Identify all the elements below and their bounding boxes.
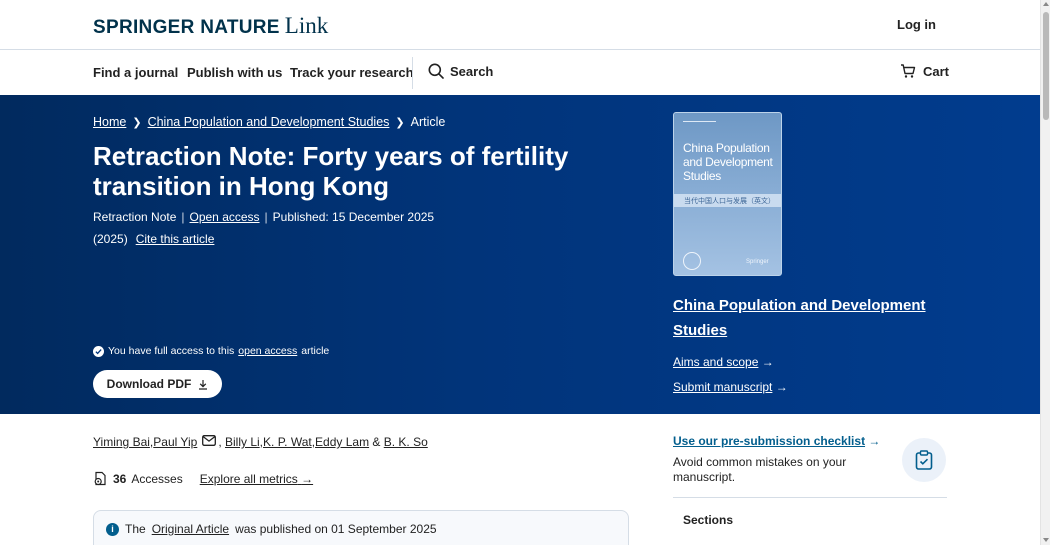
- chevron-right-icon: ❯: [132, 116, 142, 129]
- main-nav: Find a journal Publish with us Track you…: [0, 51, 1040, 95]
- original-article-link[interactable]: Original Article: [152, 522, 229, 536]
- scroll-thumb[interactable]: [1043, 12, 1049, 120]
- submit-manuscript-label: Submit manuscript: [673, 380, 773, 394]
- cart-button[interactable]: Cart: [900, 63, 949, 79]
- sidebar-divider: [673, 497, 947, 498]
- author-list: Yiming Bai, Paul Yip , Billy Li, K. P. W…: [93, 435, 428, 449]
- explore-metrics-label: Explore all metrics: [199, 471, 298, 486]
- article-metrics: 36 Accesses Explore all metrics →: [93, 471, 313, 486]
- arrow-right-icon: →: [775, 380, 788, 394]
- scroll-down-icon[interactable]: [1043, 538, 1049, 542]
- arrow-right-icon: →: [301, 471, 314, 486]
- breadcrumb-current: Article: [410, 115, 446, 129]
- logo-link-word: Link: [284, 13, 329, 38]
- arrow-right-icon: →: [868, 434, 881, 448]
- journal-cover-image[interactable]: ▬▬▬▬▬▬▬▬▬▬▬ China Population and Develop…: [673, 112, 782, 276]
- download-pdf-button[interactable]: Download PDF: [93, 370, 222, 398]
- chevron-right-icon: ❯: [395, 116, 405, 129]
- author-link[interactable]: Eddy Lam: [315, 435, 369, 449]
- check-circle-icon: [93, 345, 104, 357]
- accesses-count: 36: [113, 471, 127, 486]
- cite-article-link[interactable]: Cite this article: [136, 232, 215, 246]
- nav-divider: [412, 57, 413, 89]
- cart-icon: [901, 64, 916, 78]
- open-access-link[interactable]: Open access: [190, 210, 260, 224]
- nav-track-research[interactable]: Track your research: [290, 65, 414, 80]
- checklist-link-label: Use our pre-submission checklist: [673, 434, 866, 448]
- article-title: Retraction Note: Forty years of fertilit…: [93, 141, 569, 201]
- breadcrumb: Home ❯ China Population and Development …: [93, 115, 445, 129]
- top-header: SPRINGER NATURE Link Log in: [0, 0, 1040, 50]
- notice-prefix: The: [125, 522, 146, 536]
- mail-icon[interactable]: [202, 435, 217, 449]
- original-article-notice: i The Original Article was published on 01…: [93, 510, 629, 545]
- breadcrumb-journal[interactable]: China Population and Development Studies: [148, 115, 390, 129]
- pre-submission-checklist-link[interactable]: Use our pre-submission checklist →: [673, 434, 880, 448]
- login-link[interactable]: Log in: [897, 17, 936, 32]
- search-icon: [428, 63, 444, 79]
- author-link[interactable]: Paul Yip: [153, 435, 197, 449]
- checklist-description: Avoid common mistakes on your manuscript…: [673, 455, 847, 484]
- access-prefix: You have full access to this: [108, 345, 235, 357]
- article-meta: Retraction Note | Open access | Published: 1…: [93, 210, 435, 224]
- article-type: Retraction Note: [93, 210, 177, 224]
- logo-brand: SPRINGER NATURE: [93, 17, 280, 38]
- accesses-icon: [94, 471, 106, 486]
- accesses-label: Accesses: [131, 471, 183, 486]
- article-year: (2025): [93, 232, 128, 246]
- arrow-right-icon: →: [761, 355, 774, 369]
- search-button[interactable]: Search: [428, 63, 493, 79]
- access-open-access-link[interactable]: open access: [238, 345, 297, 357]
- author-link[interactable]: K. P. Wat: [263, 435, 312, 449]
- access-suffix: article: [301, 345, 330, 357]
- sections-heading: Sections: [683, 513, 734, 527]
- published-date: Published: 15 December 2025: [272, 210, 435, 224]
- download-pdf-label: Download PDF: [106, 377, 192, 391]
- article-meta-2: (2025) Cite this article: [93, 232, 214, 246]
- search-label: Search: [450, 63, 494, 79]
- page-scrollbar[interactable]: [1040, 0, 1050, 545]
- journal-title-link[interactable]: China Population and Development Studies: [673, 293, 943, 343]
- submit-manuscript-link[interactable]: Submit manuscript →: [673, 380, 788, 394]
- explore-metrics-link[interactable]: Explore all metrics →: [200, 472, 313, 486]
- clipboard-check-icon: [915, 450, 933, 470]
- aims-scope-label: Aims and scope: [673, 355, 759, 369]
- scroll-up-icon[interactable]: [1043, 2, 1049, 6]
- author-link[interactable]: Billy Li: [225, 435, 260, 449]
- info-icon: i: [106, 522, 119, 536]
- cover-small-print: ▬▬▬▬▬▬▬▬▬▬▬: [683, 119, 716, 123]
- cover-title: China Population and Development Studies: [683, 141, 773, 183]
- download-icon: [199, 379, 208, 390]
- notice-suffix: was published on 01 September 2025: [235, 522, 437, 536]
- breadcrumb-home[interactable]: Home: [93, 115, 126, 129]
- cover-publisher: Springer: [746, 259, 769, 265]
- author-separator: &: [369, 435, 384, 449]
- nav-find-journal[interactable]: Find a journal: [93, 65, 178, 80]
- cover-chinese-title: 当代中国人口与发展（英文）: [674, 194, 781, 207]
- cover-seal-icon: [683, 252, 701, 270]
- aims-scope-link[interactable]: Aims and scope →: [673, 355, 774, 369]
- author-link[interactable]: Yiming Bai: [93, 435, 150, 449]
- full-access-note: You have full access to this open access…: [93, 345, 329, 357]
- checklist-badge: [902, 438, 946, 482]
- springer-nature-link-logo[interactable]: SPRINGER NATURE Link: [93, 13, 328, 39]
- author-link[interactable]: B. K. So: [384, 435, 428, 449]
- nav-publish-with-us[interactable]: Publish with us: [187, 65, 282, 80]
- article-hero: Home ❯ China Population and Development …: [0, 95, 1040, 414]
- cart-label: Cart: [923, 63, 950, 79]
